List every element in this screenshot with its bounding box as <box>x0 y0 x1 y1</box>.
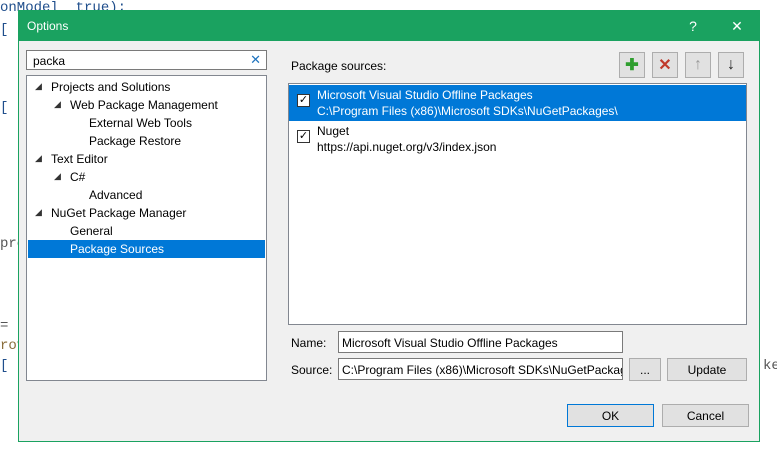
tree-item-web-package-management[interactable]: ◢ Web Package Management <box>28 96 265 114</box>
name-label: Name: <box>291 336 327 350</box>
remove-icon: ✕ <box>658 57 672 74</box>
expand-arrow-icon[interactable]: ◢ <box>54 171 61 182</box>
tree-item-csharp[interactable]: ◢ C# <box>28 168 265 186</box>
tree-item-label: Web Package Management <box>70 98 218 112</box>
source-name: Microsoft Visual Studio Offline Packages <box>317 88 533 102</box>
expand-arrow-icon[interactable]: ◢ <box>35 81 42 92</box>
source-name: Nuget <box>317 124 350 138</box>
tree-item-label: Package Restore <box>89 134 182 148</box>
cancel-button[interactable]: Cancel <box>662 404 749 427</box>
code-line: [ <box>0 358 9 374</box>
tree-item-package-sources[interactable]: Package Sources <box>28 240 265 258</box>
expand-arrow-icon[interactable]: ◢ <box>54 99 61 110</box>
tree-item-label: NuGet Package Manager <box>51 206 187 220</box>
source-field-value: C:\Program Files (x86)\Microsoft SDKs\Nu… <box>342 363 623 377</box>
tree-item-package-restore[interactable]: Package Restore <box>28 132 265 150</box>
package-sources-heading: Package sources: <box>291 59 387 73</box>
expand-arrow-icon[interactable]: ◢ <box>35 207 42 218</box>
update-button[interactable]: Update <box>667 358 747 381</box>
source-url: C:\Program Files (x86)\Microsoft SDKs\Nu… <box>317 104 618 118</box>
tree-item-label: General <box>70 224 113 238</box>
tree-item-nuget-package-manager[interactable]: ◢ NuGet Package Manager <box>28 204 265 222</box>
name-field-value: Microsoft Visual Studio Offline Packages <box>342 336 558 350</box>
expand-arrow-icon[interactable]: ◢ <box>35 153 42 164</box>
move-up-button[interactable]: ↑ <box>685 52 711 78</box>
source-label: Source: <box>291 363 333 377</box>
source-url: https://api.nuget.org/v3/index.json <box>317 140 497 154</box>
tree-item-label: Projects and Solutions <box>51 80 171 94</box>
source-enabled-checkbox[interactable]: ✓ <box>297 130 310 143</box>
plus-icon: ✚ <box>625 57 639 74</box>
code-line: = <box>0 318 9 334</box>
title-bar[interactable]: Options ? ✕ <box>19 11 759 41</box>
source-item-nuget[interactable]: ✓ Nuget https://api.nuget.org/v3/index.j… <box>289 121 746 157</box>
ok-button[interactable]: OK <box>567 404 654 427</box>
add-source-button[interactable]: ✚ <box>619 52 645 78</box>
search-input[interactable]: packa ✕ <box>26 50 267 70</box>
close-button[interactable]: ✕ <box>715 11 759 41</box>
code-line: [ <box>0 22 9 38</box>
arrow-up-icon: ↑ <box>694 56 702 73</box>
name-field[interactable]: Microsoft Visual Studio Offline Packages <box>338 331 623 353</box>
tree-item-advanced[interactable]: Advanced <box>28 186 265 204</box>
source-item-offline-packages[interactable]: ✓ Microsoft Visual Studio Offline Packag… <box>289 85 746 121</box>
tree-item-projects-and-solutions[interactable]: ◢ Projects and Solutions <box>28 78 265 96</box>
tree-item-label: Package Sources <box>70 242 165 256</box>
move-down-button[interactable]: ↓ <box>718 52 744 78</box>
tree-item-label: Text Editor <box>51 152 108 166</box>
options-dialog: Options ? ✕ packa ✕ ◢ Projects and Solut… <box>18 10 760 442</box>
arrow-down-icon: ↓ <box>727 56 735 73</box>
tree-item-label: C# <box>70 170 86 184</box>
tree-item-label: Advanced <box>89 188 143 202</box>
package-sources-list: ✓ Microsoft Visual Studio Offline Packag… <box>288 83 747 325</box>
tree-item-general[interactable]: General <box>28 222 265 240</box>
options-tree: ◢ Projects and Solutions ◢ Web Package M… <box>26 75 267 381</box>
code-line: [ <box>0 100 9 116</box>
tree-item-label: External Web Tools <box>89 116 192 130</box>
source-field[interactable]: C:\Program Files (x86)\Microsoft SDKs\Nu… <box>338 358 623 380</box>
source-enabled-checkbox[interactable]: ✓ <box>297 94 310 107</box>
clear-search-icon[interactable]: ✕ <box>250 52 261 68</box>
browse-button[interactable]: ... <box>629 358 661 381</box>
code-line: ke <box>763 358 777 374</box>
tree-item-text-editor[interactable]: ◢ Text Editor <box>28 150 265 168</box>
tree-item-external-web-tools[interactable]: External Web Tools <box>28 114 265 132</box>
help-button[interactable]: ? <box>671 11 715 41</box>
search-input-value: packa <box>33 54 66 68</box>
remove-source-button[interactable]: ✕ <box>652 52 678 78</box>
window-title: Options <box>27 19 69 33</box>
